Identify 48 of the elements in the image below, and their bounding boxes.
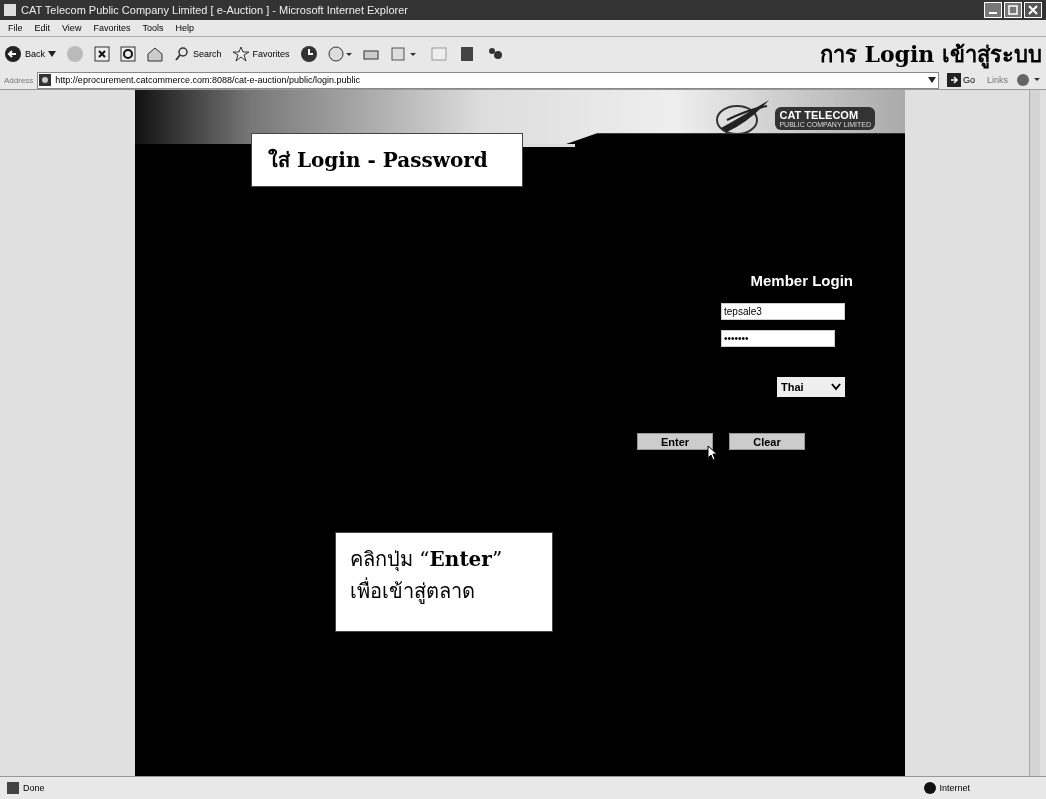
search-icon [174, 46, 190, 62]
page-icon [38, 73, 53, 87]
login-heading: Member Login [750, 272, 853, 289]
home-icon[interactable] [146, 46, 164, 62]
menu-item[interactable]: Help [175, 23, 194, 33]
scrollbar[interactable] [1029, 90, 1040, 776]
mouse-cursor-icon [707, 445, 717, 461]
form-button[interactable]: Enter [637, 433, 713, 450]
globe-icon [924, 782, 937, 794]
menu-item[interactable]: View [62, 23, 82, 33]
favorites-button[interactable]: Favorites [231, 46, 290, 62]
zone-label: Internet [924, 782, 970, 794]
refresh-icon[interactable] [120, 46, 136, 62]
callout-label: คลิกปุ่ม “Enter” เพื่อเข้าสู่ตลาด [335, 532, 553, 632]
star-icon [231, 46, 250, 62]
chevron-icon [831, 383, 841, 391]
logo-name: CAT TELECOM [779, 108, 860, 121]
links-button[interactable]: Links [983, 75, 1012, 85]
back-button[interactable]: Back [4, 45, 56, 63]
close-button[interactable] [1024, 2, 1042, 18]
close-icon [1028, 5, 1038, 15]
dropdown-arrow-icon[interactable] [925, 77, 938, 83]
annotation-title: การ Login เข้าสู่ระบบ [819, 39, 1042, 71]
tab-outline [523, 144, 575, 147]
maximize-icon [1008, 5, 1018, 15]
stop-icon[interactable] [94, 46, 110, 62]
go-button[interactable]: Go [942, 73, 979, 87]
address-label: Address [4, 75, 34, 85]
language-select[interactable]: Thai [777, 377, 845, 397]
menu-item[interactable]: Tools [142, 23, 164, 33]
window-title: CAT Telecom Public Company Limited [ e-Auction ] - Microsoft Internet Explorer [21, 4, 409, 16]
dropdown-arrow-icon [48, 51, 56, 57]
form-button[interactable]: Clear [729, 433, 805, 450]
menu-item[interactable]: Edit [34, 23, 51, 33]
minimize-button[interactable] [984, 2, 1002, 18]
status-text: Done [6, 781, 45, 795]
history-icon[interactable] [299, 45, 318, 63]
page-icon [4, 4, 16, 16]
password-field[interactable]: ••••••• [721, 330, 835, 347]
search-button[interactable]: Search [174, 46, 222, 62]
callout-label: ใส่ Login - Password [251, 133, 523, 187]
menu-item[interactable]: Favorites [93, 23, 131, 33]
maximize-button[interactable] [1004, 2, 1022, 18]
minimize-icon [989, 12, 997, 14]
username-field[interactable]: tepsale3 [721, 303, 845, 320]
menu-item[interactable]: File [8, 23, 23, 33]
address-field[interactable]: http://eprocurement.catcommerce.com:8088/cat-e-auction/public/login.public [37, 71, 939, 89]
page-icon [6, 781, 20, 795]
